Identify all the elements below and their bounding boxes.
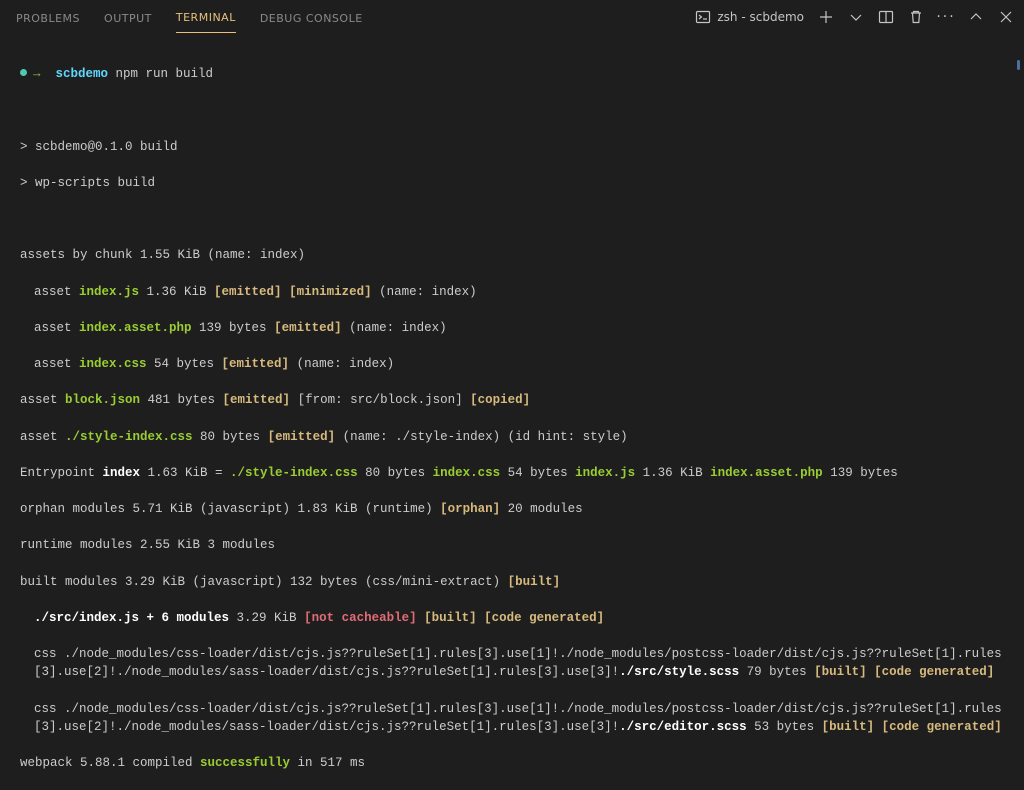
close-icon[interactable] bbox=[998, 9, 1014, 25]
tab-problems[interactable]: PROBLEMS bbox=[16, 2, 80, 33]
terminal-output[interactable]: → scbdemo npm run build > scbdemo@0.1.0 … bbox=[0, 35, 1024, 790]
more-actions-button[interactable]: ··· bbox=[938, 9, 954, 25]
shell-name: zsh - scbdemo bbox=[717, 10, 804, 24]
trash-icon[interactable] bbox=[908, 9, 924, 25]
tab-terminal[interactable]: TERMINAL bbox=[176, 1, 236, 33]
output-line: > wp-scripts build bbox=[20, 174, 1006, 192]
output-line: asset index.js 1.36 KiB [emitted] [minim… bbox=[20, 283, 1006, 301]
output-line: ./src/index.js + 6 modules 3.29 KiB [not… bbox=[20, 609, 1006, 627]
chevron-down-icon[interactable] bbox=[848, 9, 864, 25]
new-terminal-button[interactable] bbox=[818, 9, 834, 25]
output-line: css ./node_modules/css-loader/dist/cjs.j… bbox=[20, 700, 1006, 736]
prompt-line: → scbdemo npm run build bbox=[20, 65, 1006, 83]
output-line: runtime modules 2.55 KiB 3 modules bbox=[20, 536, 1006, 554]
panel-tabs: PROBLEMS OUTPUT TERMINAL DEBUG CONSOLE bbox=[16, 1, 363, 33]
output-line: asset block.json 481 bytes [emitted] [fr… bbox=[20, 391, 1006, 409]
output-line: assets by chunk 1.55 KiB (name: index) bbox=[20, 246, 1006, 264]
split-terminal-button[interactable] bbox=[878, 9, 894, 25]
output-line: asset index.asset.php 139 bytes [emitted… bbox=[20, 319, 1006, 337]
terminal-icon bbox=[695, 9, 711, 25]
output-line: webpack 5.88.1 compiled successfully in … bbox=[20, 754, 1006, 772]
chevron-up-icon[interactable] bbox=[968, 9, 984, 25]
output-line: Entrypoint index 1.63 KiB = ./style-inde… bbox=[20, 464, 1006, 482]
panel-header: PROBLEMS OUTPUT TERMINAL DEBUG CONSOLE z… bbox=[0, 0, 1024, 35]
terminal-shell-label[interactable]: zsh - scbdemo bbox=[695, 9, 804, 25]
output-line: asset ./style-index.css 80 bytes [emitte… bbox=[20, 428, 1006, 446]
output-line: > scbdemo@0.1.0 build bbox=[20, 138, 1006, 156]
output-line: built modules 3.29 KiB (javascript) 132 … bbox=[20, 573, 1006, 591]
output-line: asset index.css 54 bytes [emitted] (name… bbox=[20, 355, 1006, 373]
output-line: css ./node_modules/css-loader/dist/cjs.j… bbox=[20, 645, 1006, 681]
tab-output[interactable]: OUTPUT bbox=[104, 2, 152, 33]
tab-debug-console[interactable]: DEBUG CONSOLE bbox=[260, 2, 363, 33]
scrollbar-thumb[interactable] bbox=[1017, 60, 1020, 70]
